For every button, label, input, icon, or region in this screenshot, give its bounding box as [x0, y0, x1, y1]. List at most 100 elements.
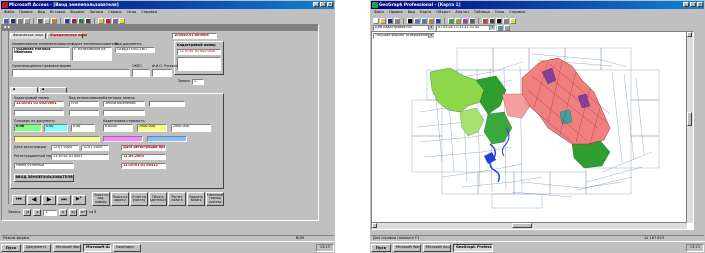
menu-edit[interactable]: Правка	[389, 11, 403, 15]
nav-current-field[interactable]: 1	[43, 209, 58, 216]
nav-first-icon[interactable]: |◂	[23, 209, 32, 216]
map-area-lime-2[interactable]	[459, 107, 485, 137]
chevron-down-icon[interactable]: ▾	[489, 25, 495, 30]
tax-calc-button[interactable]: Расчет налога	[168, 192, 186, 206]
reg-field[interactable]: 11:10:01 01 0001	[51, 154, 109, 160]
menu-help[interactable]: Справка	[141, 11, 157, 15]
tab-physical[interactable]: Физическое лицо	[10, 33, 46, 39]
category-field-2[interactable]	[149, 101, 185, 107]
red-number-field[interactable]: 11:10:01 01 00312	[121, 163, 166, 169]
help-icon[interactable]	[510, 17, 516, 24]
menu-object[interactable]: Объект	[436, 11, 450, 15]
map-horizontal-scrollbar[interactable]	[372, 222, 687, 229]
pan-icon[interactable]	[428, 17, 434, 24]
refresh-icon[interactable]	[497, 24, 503, 31]
start-button[interactable]: Пуск	[371, 243, 391, 252]
enter-landowner-button[interactable]: ВВОД ЗЕМЛЕПОЛЬЗОВАТЕЛЯ	[14, 174, 74, 182]
chevron-down-icon[interactable]: ▾	[428, 25, 434, 30]
sort-asc-icon[interactable]	[64, 17, 70, 24]
point-icon[interactable]	[496, 17, 502, 24]
use-detail-field-2[interactable]	[69, 110, 99, 116]
nav-prev-icon[interactable]: ◂	[33, 209, 42, 216]
area-field-green[interactable]: 0.06	[14, 124, 42, 132]
view-icon[interactable]	[3, 17, 9, 24]
price-field-yellow[interactable]: 2900.00р.	[137, 124, 167, 132]
map-area-green-2[interactable]	[483, 111, 513, 145]
record-selector[interactable]	[2, 31, 9, 204]
last-record-arrow-icon[interactable]: ⏭	[57, 195, 71, 205]
prev-record-arrow-icon[interactable]: ◀	[27, 195, 41, 205]
date-field-2[interactable]: 12.07.2004	[81, 145, 109, 151]
database-icon[interactable]	[112, 17, 118, 24]
map-canvas[interactable]	[372, 32, 688, 224]
print-certificate-button[interactable]: Печать свидетельства	[149, 192, 167, 206]
new-icon[interactable]	[373, 17, 379, 24]
parcel-report-button[interactable]: Отчет по участку	[130, 192, 148, 206]
use-detail-field-3[interactable]	[103, 110, 145, 116]
doc-field[interactable]: СВИДЕТЕЛЬСТВО	[115, 47, 155, 53]
scroll-thumb[interactable]	[687, 112, 692, 126]
use-field[interactable]: ЛПХ	[69, 101, 99, 107]
task-geograph[interactable]: GeoGraph	[113, 243, 141, 252]
edit-borders-button[interactable]: Изменение границ участка	[206, 192, 224, 206]
delete-record-button[interactable]: Удалить запись	[187, 192, 205, 206]
menu-table[interactable]: Таблица	[474, 11, 490, 15]
new-record-arrow-icon[interactable]: ▶*	[72, 195, 86, 205]
print-icon[interactable]	[17, 17, 23, 24]
task-document[interactable]: Документ1	[23, 243, 51, 252]
search-cadastral-button[interactable]: Поиск по кад. номеру	[92, 192, 110, 206]
workspace-combo[interactable]: Дом кадастровой.nlb ▾	[373, 24, 435, 31]
table-icon[interactable]	[469, 17, 475, 24]
zoom-in-icon[interactable]	[414, 17, 420, 24]
name-field[interactable]: Гурьянова Наталья Ивановна	[12, 47, 70, 61]
filter-icon[interactable]	[78, 17, 84, 24]
scroll-left-icon[interactable]	[372, 223, 377, 228]
menu-window[interactable]: Окно	[495, 11, 505, 15]
filter-icon[interactable]	[504, 24, 510, 31]
select-icon[interactable]	[462, 17, 468, 24]
scroll-up-icon[interactable]	[687, 32, 692, 37]
save-icon[interactable]	[10, 17, 16, 24]
nav-new-icon[interactable]: ▸*	[79, 209, 88, 216]
menu-insert[interactable]: Вставка	[50, 11, 65, 15]
print-icon[interactable]	[394, 17, 400, 24]
menu-file[interactable]: Файл	[374, 11, 384, 15]
open-icon[interactable]	[380, 17, 386, 24]
close-button[interactable]: ×	[697, 2, 703, 7]
close-button[interactable]: ×	[327, 2, 333, 7]
menu-view[interactable]: Вид	[38, 11, 45, 15]
nav-last-icon[interactable]: ▸|	[69, 209, 78, 216]
minimize-button[interactable]: _	[683, 2, 689, 7]
tab-legal[interactable]: Юридическое лицо	[47, 33, 87, 39]
price-field[interactable]: 6.000р.	[103, 124, 133, 132]
menu-map[interactable]: Карта	[420, 11, 431, 15]
delete-record-icon[interactable]	[105, 17, 111, 24]
find-icon[interactable]	[85, 17, 91, 24]
okpo-field[interactable]	[132, 69, 150, 77]
preview-icon[interactable]	[24, 17, 30, 24]
save-icon[interactable]	[387, 17, 393, 24]
fio-field[interactable]	[152, 69, 172, 77]
copy-icon[interactable]	[44, 17, 50, 24]
date-field[interactable]: 12.07.2004	[51, 145, 79, 151]
address-field[interactable]: с. Куликовское ул.	[72, 47, 112, 61]
ruler-icon[interactable]	[455, 17, 461, 24]
layers-icon[interactable]	[448, 17, 454, 24]
minimize-button[interactable]: _	[313, 2, 319, 7]
task-word[interactable]: Microsoft Word	[393, 243, 421, 252]
new-record-icon[interactable]	[98, 17, 104, 24]
menu-view[interactable]: Вид	[408, 11, 415, 15]
menu-tools[interactable]: Сервис	[108, 11, 121, 15]
polygon-icon[interactable]	[482, 17, 488, 24]
category-field[interactable]: Земли поселений	[103, 101, 145, 107]
task-geograph[interactable]: GeoGraph Professional	[453, 243, 493, 252]
price-field-3[interactable]: 2900.00р.	[171, 124, 211, 132]
area-field-3[interactable]: 0.06	[71, 124, 95, 132]
hscroll-thumb[interactable]	[512, 223, 532, 228]
maximize-button[interactable]: □	[690, 2, 696, 7]
task-access[interactable]: Microsoft Access	[83, 243, 111, 252]
org-field[interactable]	[12, 69, 130, 77]
menu-analysis[interactable]: Анализ	[455, 11, 469, 15]
menu-file[interactable]: Файл	[4, 11, 14, 15]
start-button[interactable]: Пуск	[1, 243, 21, 252]
